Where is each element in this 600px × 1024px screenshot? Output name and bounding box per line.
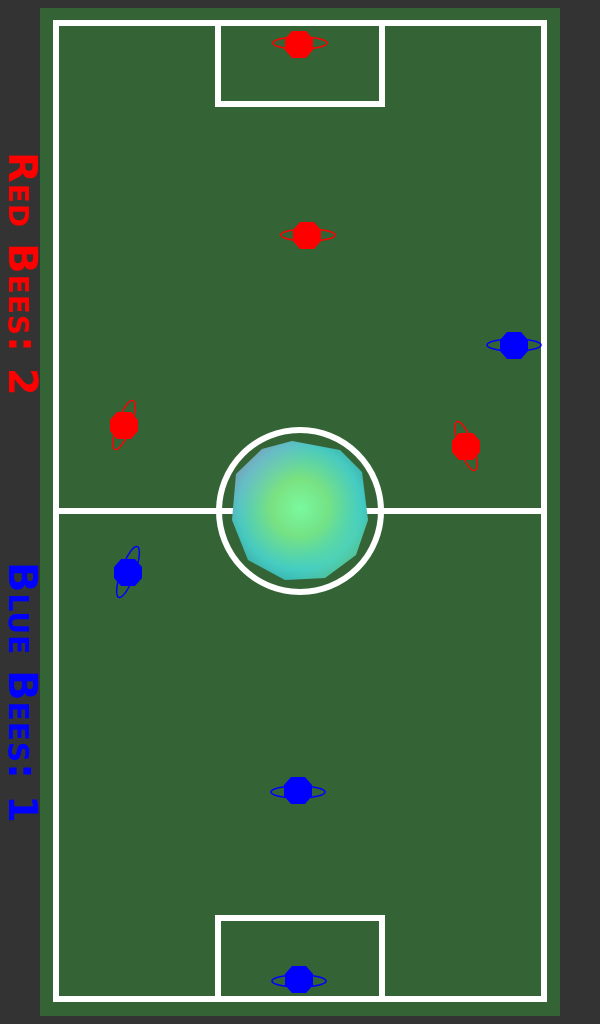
pitch-overlay [53, 20, 547, 1002]
red-bee [452, 420, 480, 472]
blue-bee [114, 545, 142, 599]
red-bee [272, 31, 328, 58]
blue-bee [270, 777, 326, 804]
red-bee [110, 399, 138, 451]
ball [232, 441, 368, 580]
red-bee [280, 222, 336, 249]
blue-bee [271, 966, 327, 993]
blue-bee [486, 332, 542, 359]
